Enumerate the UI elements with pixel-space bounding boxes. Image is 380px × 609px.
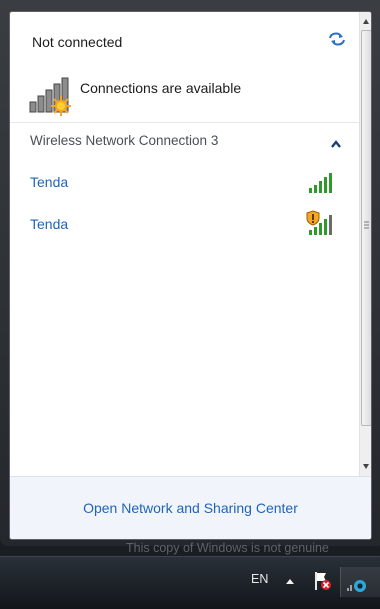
signal-strength-icon <box>309 173 332 193</box>
security-shield-icon <box>306 210 320 226</box>
network-item[interactable]: Tenda <box>10 170 359 198</box>
no-internet-signal-icon <box>29 77 71 116</box>
open-network-sharing-center-link[interactable]: Open Network and Sharing Center <box>10 500 371 516</box>
network-flyout-frame: Not connected Connections are available <box>0 0 380 546</box>
status-title: Not connected <box>32 34 123 50</box>
network-name[interactable]: Tenda <box>30 216 68 232</box>
genuine-windows-watermark: This copy of Windows is not genuine <box>126 541 329 555</box>
network-item[interactable]: Tenda <box>10 210 359 240</box>
action-center-flag-icon[interactable] <box>312 570 332 592</box>
network-name[interactable]: Tenda <box>30 174 68 190</box>
scroll-down-arrow-icon[interactable] <box>360 458 372 474</box>
flyout-footer: Open Network and Sharing Center <box>10 476 371 539</box>
show-hidden-icons-icon[interactable] <box>285 577 295 585</box>
scroll-thumb[interactable] <box>361 30 371 426</box>
refresh-icon[interactable] <box>327 30 347 48</box>
network-tray-icon <box>347 580 366 592</box>
network-tray-button[interactable] <box>340 567 380 597</box>
adapter-section-header[interactable]: Wireless Network Connection 3 <box>30 133 218 148</box>
network-flyout: Not connected Connections are available <box>9 11 372 540</box>
divider <box>10 122 359 123</box>
scroll-grip-icon <box>364 221 369 229</box>
scroll-up-arrow-icon[interactable] <box>360 14 372 30</box>
collapse-chevron-icon[interactable] <box>330 139 342 149</box>
language-indicator[interactable]: EN <box>251 572 268 586</box>
taskbar: EN <box>0 556 380 609</box>
scrollbar[interactable] <box>359 12 372 476</box>
connection-status: Connections are available <box>80 80 242 96</box>
